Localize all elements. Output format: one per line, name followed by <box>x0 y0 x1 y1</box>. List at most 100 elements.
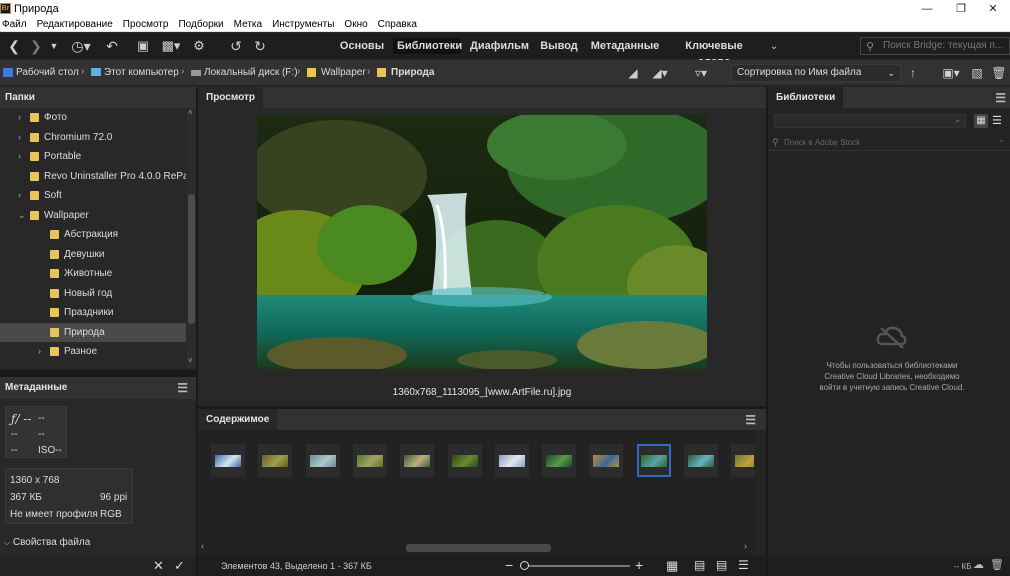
grid-view-icon[interactable]: ▦ <box>666 558 678 574</box>
tab-metadata[interactable]: Метаданные <box>590 38 660 54</box>
crumb-drive[interactable]: Локальный диск (F:) <box>204 67 298 78</box>
search-input[interactable]: Поиск Bridge: текущая п... <box>860 37 1010 55</box>
menu-window[interactable]: Окно <box>344 19 367 30</box>
crumb-this-pc[interactable]: Этот компьютер <box>104 67 179 78</box>
chevron-right-icon[interactable]: › <box>18 147 21 166</box>
rotate-right-icon[interactable]: ↻ <box>252 37 268 55</box>
menu-view[interactable]: Просмотр <box>123 19 169 30</box>
crumb-desktop[interactable]: Рабочий стол <box>16 67 79 78</box>
thumbnail-view-icon[interactable]: ▤ <box>694 558 705 572</box>
quality-icon[interactable]: ◢ <box>625 64 641 82</box>
tab-keywords[interactable]: Ключевые слова <box>670 38 758 68</box>
library-select[interactable]: ⌄ <box>774 114 966 128</box>
scrollbar-thumb[interactable] <box>188 194 195 324</box>
folder-item[interactable]: Абстракция <box>0 225 186 244</box>
sync-icon[interactable]: ☁ <box>973 558 984 571</box>
scroll-right-icon[interactable]: › <box>744 541 747 551</box>
panel-menu-icon[interactable]: ☰ <box>995 87 1006 109</box>
folder-item[interactable]: › Portable <box>0 147 186 166</box>
folders-scrollbar[interactable]: ˄ ˅ <box>187 108 196 368</box>
apply-icon[interactable]: ✓ <box>174 558 185 574</box>
folder-item[interactable]: ⌄ Wallpaper <box>0 206 186 225</box>
folder-item[interactable]: Девушки <box>0 245 186 264</box>
rotate-left-icon[interactable]: ↺ <box>228 37 244 55</box>
folder-item[interactable]: › Разное <box>0 342 186 361</box>
folders-tab[interactable]: Папки <box>5 92 35 103</box>
scrollbar-thumb[interactable] <box>406 544 551 552</box>
tab-output[interactable]: Вывод <box>537 38 581 54</box>
libraries-tab[interactable]: Библиотеки <box>768 87 844 109</box>
chevron-down-icon[interactable]: ⌄ <box>18 206 26 225</box>
zoom-out-icon[interactable]: − <box>505 557 513 573</box>
minimize-icon[interactable]: — <box>910 0 944 17</box>
rating-filter-icon[interactable]: ◢▾ <box>648 64 672 82</box>
list-view-icon[interactable]: ☰ <box>738 558 749 572</box>
menu-file[interactable]: Файл <box>2 19 27 30</box>
thumbnail[interactable] <box>352 444 387 477</box>
details-view-icon[interactable]: ▤ <box>716 558 727 572</box>
workspace-more-icon[interactable]: ⌄ <box>766 37 782 55</box>
creative-cloud-icon[interactable]: ⚙ <box>190 37 208 55</box>
open-recent-icon[interactable]: ▣▾ <box>938 64 964 82</box>
forward-icon[interactable]: ❯ <box>28 37 44 55</box>
content-vscroll[interactable] <box>754 430 766 556</box>
tab-essentials[interactable]: Основы <box>338 38 386 54</box>
chevron-right-icon[interactable]: › <box>38 342 41 361</box>
file-properties-section[interactable]: ⌵ Свойства файла <box>0 534 196 552</box>
folder-item[interactable]: › Chromium 72.0 <box>0 128 186 147</box>
history-dropdown-icon[interactable]: ▼ <box>48 37 60 55</box>
menu-stacks[interactable]: Подборки <box>178 19 223 30</box>
boomerang-icon[interactable]: ↶ <box>104 37 120 55</box>
folder-item[interactable]: Природа <box>0 322 186 342</box>
preview-tab[interactable]: Просмотр <box>198 87 263 109</box>
thumbnail[interactable] <box>258 444 293 477</box>
menu-tools[interactable]: Инструменты <box>272 19 334 30</box>
scroll-down-icon[interactable]: ˅ <box>188 356 193 365</box>
content-tab[interactable]: Содержимое <box>198 409 278 431</box>
maximize-icon[interactable]: ❐ <box>944 0 978 17</box>
panel-menu-icon[interactable]: ☰ <box>745 409 756 431</box>
grid-view-icon[interactable]: ▦ <box>974 114 988 128</box>
crumb-current[interactable]: Природа <box>391 67 434 78</box>
crumb-wallpaper[interactable]: Wallpaper <box>321 67 366 78</box>
sort-ascending-icon[interactable]: ↑ <box>906 64 920 82</box>
delete-icon[interactable]: 🗑 <box>991 64 1007 82</box>
sort-select[interactable]: Сортировка по Имя файла ⌄ <box>731 64 901 82</box>
thumbnail[interactable] <box>542 444 577 477</box>
menu-help[interactable]: Справка <box>378 19 417 30</box>
thumbnail[interactable] <box>447 444 482 477</box>
scroll-left-icon[interactable]: ‹ <box>201 541 204 551</box>
tab-filmstrip[interactable]: Диафильм <box>470 38 529 54</box>
thumbnail[interactable] <box>589 444 624 477</box>
thumbnail[interactable] <box>636 444 671 477</box>
close-icon[interactable]: ✕ <box>976 0 1010 17</box>
thumbnail[interactable] <box>211 444 245 477</box>
zoom-in-icon[interactable]: + <box>635 557 643 573</box>
folder-item[interactable]: Животные <box>0 264 186 283</box>
thumbnail[interactable] <box>684 444 718 477</box>
new-folder-icon[interactable]: ▧ <box>969 64 985 82</box>
refine-icon[interactable]: ▩▾ <box>158 37 184 55</box>
delete-icon[interactable]: 🗑 <box>990 558 1004 571</box>
thumbnail[interactable] <box>400 444 435 477</box>
scroll-up-icon[interactable]: ˄ <box>188 108 193 117</box>
slider-handle[interactable] <box>520 561 529 570</box>
thumbnail-size-slider[interactable] <box>520 565 630 567</box>
panel-menu-icon[interactable]: ☰ <box>177 377 188 399</box>
thumbnail[interactable] <box>494 444 529 477</box>
content-scrollbar[interactable]: ‹ › <box>198 541 754 553</box>
tab-libraries[interactable]: Библиотеки <box>393 38 462 54</box>
chevron-right-icon[interactable]: › <box>18 108 21 127</box>
metadata-tab[interactable]: Метаданные <box>5 382 67 393</box>
cancel-icon[interactable]: ✕ <box>153 558 164 574</box>
chevron-down-icon[interactable]: ⌄ <box>998 135 1005 144</box>
camera-icon[interactable]: ▣ <box>134 37 152 55</box>
thumbnail[interactable] <box>305 444 340 477</box>
folder-item[interactable]: › Фото <box>0 108 186 127</box>
stock-search-input[interactable]: Поиск в Adobe Stock <box>784 138 860 147</box>
folder-item[interactable]: Новый год <box>0 284 186 303</box>
back-icon[interactable]: ❮ <box>6 37 22 55</box>
chevron-right-icon[interactable]: › <box>18 186 21 205</box>
filter-icon[interactable]: ▿▾ <box>688 64 714 82</box>
menu-label[interactable]: Метка <box>234 19 262 30</box>
